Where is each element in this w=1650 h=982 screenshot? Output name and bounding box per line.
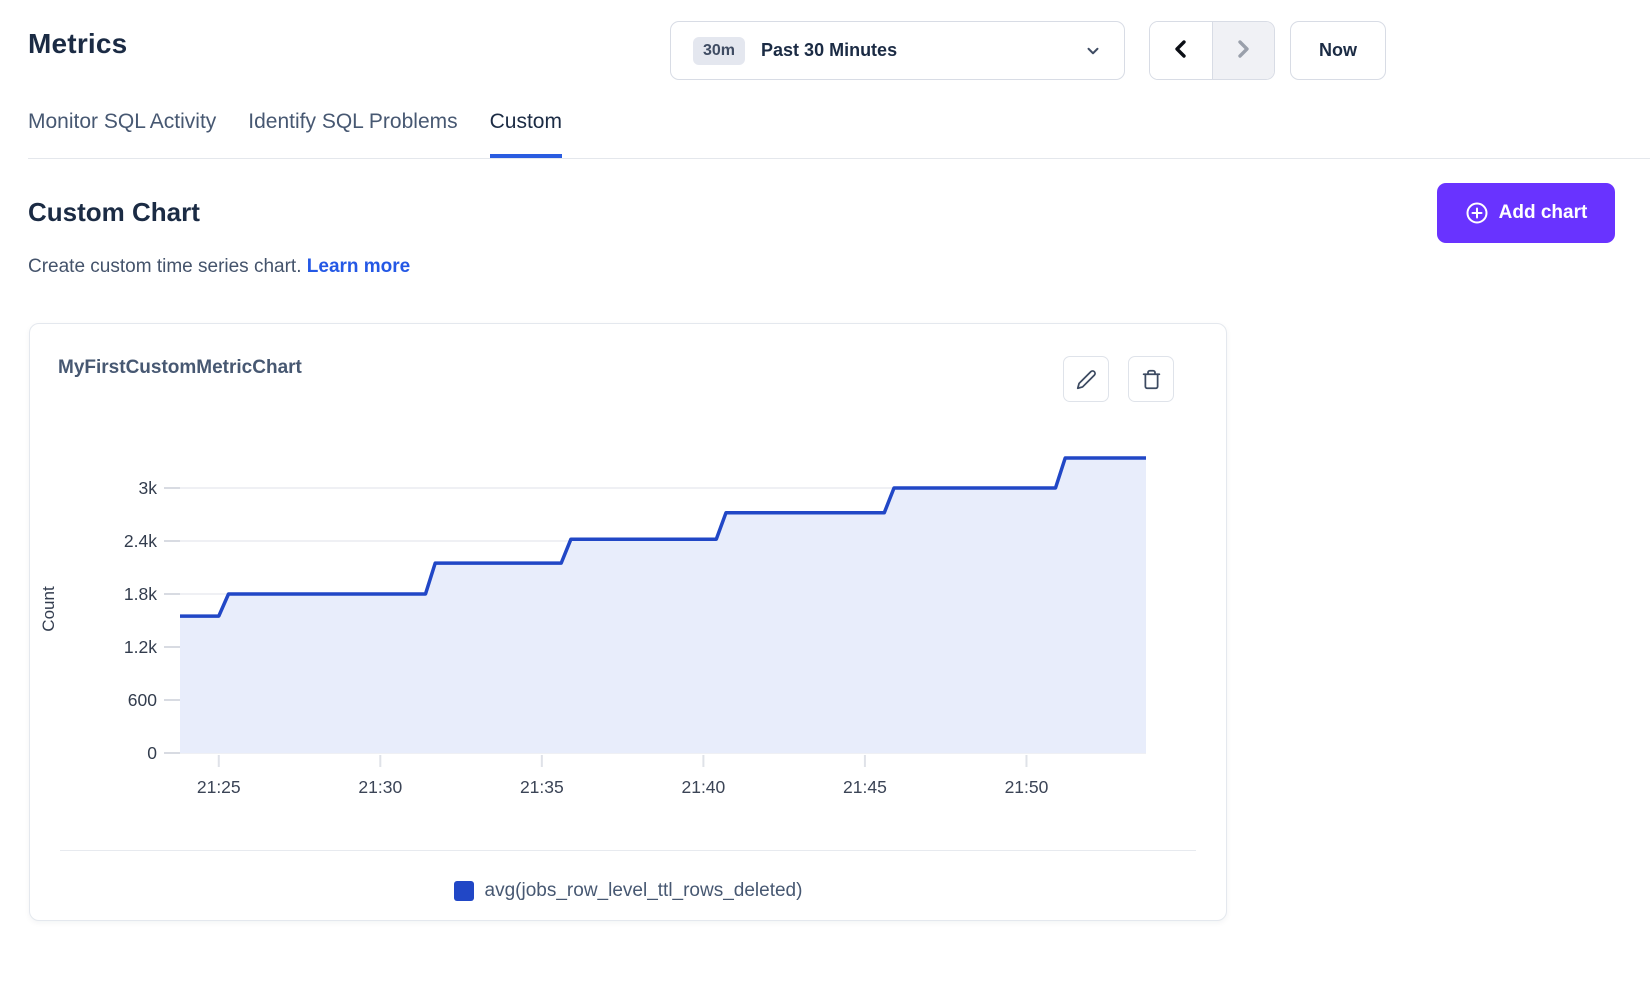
time-range-label: Past 30 Minutes (761, 40, 897, 61)
y-axis-tick-label: 1.2k (124, 637, 157, 657)
metrics-tabs: Monitor SQL Activity Identify SQL Proble… (28, 110, 562, 158)
x-axis-tick-label: 21:50 (1005, 777, 1049, 797)
add-chart-label: Add chart (1499, 202, 1588, 224)
learn-more-link[interactable]: Learn more (307, 256, 410, 277)
time-range-badge: 30m (693, 37, 745, 65)
x-axis-tick-label: 21:45 (843, 777, 887, 797)
time-range-dropdown[interactable]: 30m Past 30 Minutes (670, 21, 1125, 80)
x-axis-tick-label: 21:25 (197, 777, 241, 797)
metrics-page: Metrics 30m Past 30 Minutes Now Monitor … (0, 0, 1650, 982)
legend-divider (60, 850, 1196, 851)
previous-time-button[interactable] (1150, 22, 1212, 79)
x-axis-tick-label: 21:30 (358, 777, 402, 797)
tab-custom[interactable]: Custom (490, 110, 562, 158)
section-subtitle: Create custom time series chart. Learn m… (28, 256, 410, 278)
y-axis-tick-label: 2.4k (124, 531, 157, 551)
next-time-button[interactable] (1212, 22, 1275, 79)
chevron-right-icon (1231, 37, 1255, 64)
y-axis-tick-label: 1.8k (124, 584, 157, 604)
custom-chart-card: MyFirstCustomMetricChart 0 600 1.2k 1.8k 2.4… (29, 323, 1227, 921)
chart-legend: avg(jobs_row_level_ttl_rows_deleted) (30, 880, 1226, 902)
y-axis-title: Count (39, 586, 58, 632)
tabs-divider (28, 158, 1650, 159)
trash-icon (1141, 369, 1162, 390)
page-title: Metrics (28, 28, 127, 60)
legend-series-label: avg(jobs_row_level_ttl_rows_deleted) (485, 880, 803, 902)
tab-monitor-sql-activity[interactable]: Monitor SQL Activity (28, 110, 216, 158)
chevron-down-icon (1084, 42, 1102, 60)
timeseries-chart-plot[interactable]: 0 600 1.2k 1.8k 2.4k 3k 21:25 21:30 21:35 21:40 21… (30, 404, 1228, 834)
legend-color-swatch (454, 881, 474, 901)
pencil-icon (1076, 369, 1097, 390)
chart-title: MyFirstCustomMetricChart (58, 357, 302, 379)
delete-chart-button[interactable] (1128, 356, 1174, 402)
add-chart-button[interactable]: Add chart (1437, 183, 1615, 243)
y-axis-tick-label: 0 (147, 743, 157, 763)
now-button[interactable]: Now (1290, 21, 1386, 80)
time-step-button-group (1149, 21, 1275, 80)
chevron-left-icon (1169, 37, 1193, 64)
y-axis-tick-label: 3k (139, 478, 158, 498)
tab-identify-sql-problems[interactable]: Identify SQL Problems (248, 110, 457, 158)
edit-chart-button[interactable] (1063, 356, 1109, 402)
x-axis-tick-label: 21:35 (520, 777, 564, 797)
section-title: Custom Chart (28, 197, 200, 228)
x-axis-tick-label: 21:40 (681, 777, 725, 797)
y-axis-tick-label: 600 (128, 690, 157, 710)
plus-circle-icon (1465, 201, 1489, 225)
subtitle-text: Create custom time series chart. (28, 256, 301, 277)
